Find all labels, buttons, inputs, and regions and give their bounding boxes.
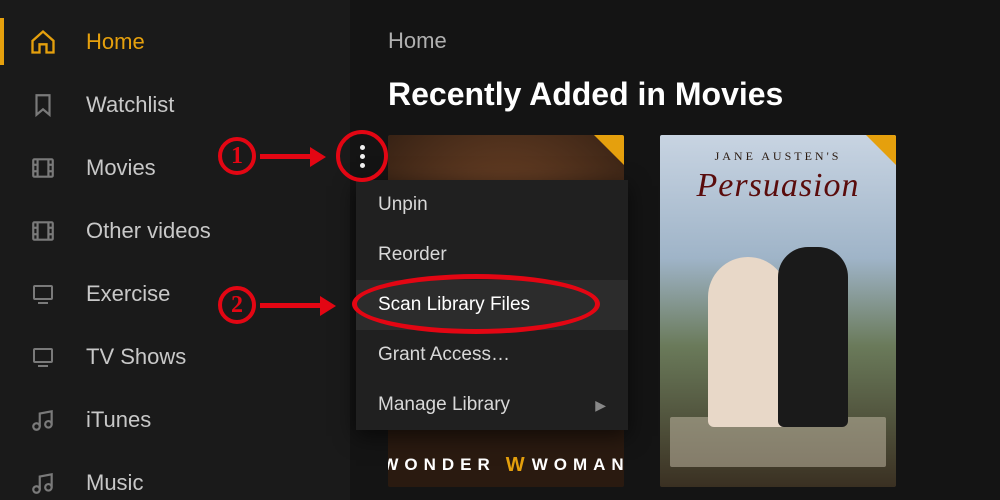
sidebar-item-label: Music: [86, 470, 143, 496]
menu-item-label: Grant Access…: [378, 344, 510, 366]
monitor-icon: [28, 279, 58, 309]
sidebar: Home Watchlist Movies Other videos Exerc: [0, 0, 350, 500]
menu-item-unpin[interactable]: Unpin: [356, 180, 628, 230]
sidebar-item-label: Exercise: [86, 281, 170, 307]
library-context-menu: Unpin Reorder Scan Library Files Grant A…: [356, 180, 628, 430]
poster-title: Persuasion: [660, 167, 896, 205]
section-title: Recently Added in Movies: [388, 76, 1000, 113]
menu-item-label: Unpin: [378, 194, 428, 216]
sidebar-item-label: TV Shows: [86, 344, 186, 370]
sidebar-item-exercise[interactable]: Exercise: [0, 262, 350, 325]
app-root: Home Watchlist Movies Other videos Exerc: [0, 0, 1000, 500]
menu-item-label: Reorder: [378, 244, 447, 266]
library-more-button[interactable]: [336, 130, 388, 182]
ww-logo-icon: W: [506, 454, 522, 477]
poster-overline: JANE AUSTEN'S: [660, 149, 896, 164]
sidebar-item-label: Watchlist: [86, 92, 174, 118]
menu-item-label: Scan Library Files: [378, 294, 530, 316]
sidebar-item-label: Movies: [86, 155, 156, 181]
unwatched-corner-icon: [594, 135, 624, 165]
sidebar-item-home[interactable]: Home: [0, 10, 350, 73]
music-icon: [28, 405, 58, 435]
sidebar-item-tv-shows[interactable]: TV Shows: [0, 325, 350, 388]
poster-card[interactable]: JANE AUSTEN'S Persuasion: [660, 135, 896, 487]
sidebar-item-label: Other videos: [86, 218, 211, 244]
breadcrumb: Home: [388, 28, 1000, 54]
music-icon: [28, 468, 58, 498]
menu-item-grant-access[interactable]: Grant Access…: [356, 330, 628, 380]
poster-title: WONDER W WOMAN: [388, 443, 624, 487]
monitor-icon: [28, 342, 58, 372]
sidebar-item-itunes[interactable]: iTunes: [0, 388, 350, 451]
vertical-dots-icon: [360, 143, 365, 170]
poster-title-left: WONDER: [388, 455, 496, 475]
sidebar-item-label: iTunes: [86, 407, 151, 433]
bookmark-icon: [28, 90, 58, 120]
sidebar-item-watchlist[interactable]: Watchlist: [0, 73, 350, 136]
film-icon: [28, 153, 58, 183]
sidebar-item-movies[interactable]: Movies: [0, 136, 350, 199]
menu-item-manage-library[interactable]: Manage Library ▶: [356, 380, 628, 430]
menu-item-label: Manage Library: [378, 394, 510, 416]
poster-title-right: WOMAN: [532, 455, 624, 475]
sidebar-item-label: Home: [86, 29, 145, 55]
sidebar-item-other-videos[interactable]: Other videos: [0, 199, 350, 262]
sidebar-item-music[interactable]: Music: [0, 451, 350, 500]
chevron-right-icon: ▶: [595, 397, 606, 414]
menu-item-reorder[interactable]: Reorder: [356, 230, 628, 280]
home-icon: [28, 27, 58, 57]
menu-item-scan-library-files[interactable]: Scan Library Files: [356, 280, 628, 330]
poster-art-figures: [708, 247, 848, 427]
film-icon: [28, 216, 58, 246]
